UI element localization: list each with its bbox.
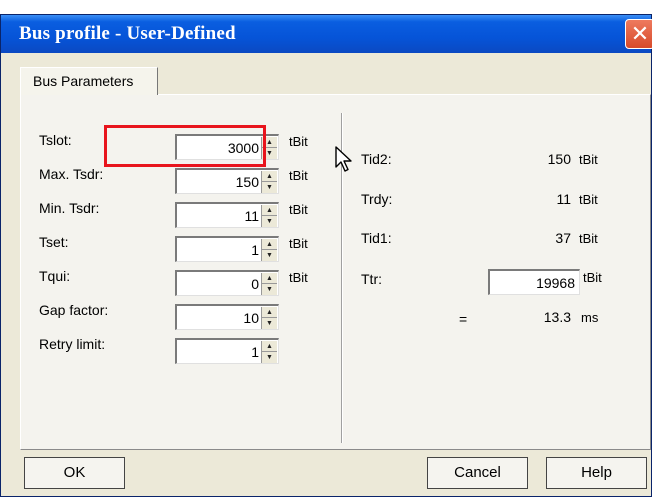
retry-limit-label: Retry limit: xyxy=(39,336,106,352)
tid2-label: Tid2: xyxy=(361,151,392,167)
gap-factor-label: Gap factor: xyxy=(39,302,109,318)
ttr-ms-equals: = xyxy=(459,311,468,327)
tqui-spinner[interactable]: ▲ ▼ xyxy=(261,273,277,295)
min-tsdr-value: 11 xyxy=(244,208,259,224)
tslot-field[interactable]: 3000 ▲ ▼ xyxy=(175,134,279,160)
tqui-value: 0 xyxy=(251,276,259,292)
max-tsdr-spinner[interactable]: ▲ ▼ xyxy=(261,171,277,193)
trdy-unit: tBit xyxy=(579,192,598,207)
ttr-field[interactable]: 19968 xyxy=(488,269,580,295)
spin-up-icon[interactable]: ▲ xyxy=(262,341,277,352)
tqui-field[interactable]: 0 ▲ ▼ xyxy=(175,270,279,296)
ttr-label: Ttr: xyxy=(361,271,382,287)
ttr-value: 19968 xyxy=(536,275,575,291)
gap-factor-spinner[interactable]: ▲ ▼ xyxy=(261,307,277,329)
spin-up-icon[interactable]: ▲ xyxy=(262,239,277,250)
min-tsdr-label: Min. Tsdr: xyxy=(39,200,100,216)
ok-button[interactable]: OK xyxy=(24,457,125,489)
close-icon[interactable]: ✕ xyxy=(625,19,652,49)
tslot-value: 3000 xyxy=(227,140,259,156)
spin-up-icon[interactable]: ▲ xyxy=(262,205,277,216)
spin-up-icon[interactable]: ▲ xyxy=(262,137,277,148)
cancel-button[interactable]: Cancel xyxy=(427,457,528,489)
trdy-label: Trdy: xyxy=(361,191,393,207)
ttr-ms-unit: ms xyxy=(581,310,599,325)
tid2-unit: tBit xyxy=(579,152,598,167)
tid1-value: 37 xyxy=(555,230,571,246)
tslot-label: Tslot: xyxy=(39,132,72,148)
spin-up-icon[interactable]: ▲ xyxy=(262,273,277,284)
ttr-ms-value: 13.3 xyxy=(543,309,571,325)
tab-bus-parameters[interactable]: Bus Parameters xyxy=(20,67,158,95)
spin-up-icon[interactable]: ▲ xyxy=(262,171,277,182)
tid1-unit: tBit xyxy=(579,231,598,246)
spin-down-icon[interactable]: ▼ xyxy=(262,352,277,363)
max-tsdr-value: 150 xyxy=(235,174,259,190)
min-tsdr-spinner[interactable]: ▲ ▼ xyxy=(261,205,277,227)
retry-limit-spinner[interactable]: ▲ ▼ xyxy=(261,341,277,363)
tset-spinner[interactable]: ▲ ▼ xyxy=(261,239,277,261)
bus-parameters-panel: Tslot: 3000 ▲ ▼ tBit Max. Tsdr: 150 ▲ ▼ … xyxy=(20,94,651,450)
tset-field[interactable]: 1 ▲ ▼ xyxy=(175,236,279,262)
max-tsdr-field[interactable]: 150 ▲ ▼ xyxy=(175,168,279,194)
max-tsdr-label: Max. Tsdr: xyxy=(39,166,104,182)
tid1-label: Tid1: xyxy=(361,230,392,246)
tset-value: 1 xyxy=(251,242,259,258)
bus-profile-dialog: Bus profile - User-Defined ✕ Bus Paramet… xyxy=(0,14,652,497)
tab-label: Bus Parameters xyxy=(33,73,134,89)
tid2-value: 150 xyxy=(547,151,571,167)
trdy-value: 11 xyxy=(556,191,571,207)
spin-down-icon[interactable]: ▼ xyxy=(262,250,277,261)
tslot-spinner[interactable]: ▲ ▼ xyxy=(261,137,277,159)
spin-down-icon[interactable]: ▼ xyxy=(262,182,277,193)
tset-label: Tset: xyxy=(39,234,69,250)
spin-down-icon[interactable]: ▼ xyxy=(262,216,277,227)
tqui-label: Tqui: xyxy=(39,268,71,284)
window-title: Bus profile - User-Defined xyxy=(19,23,236,44)
mouse-pointer-icon xyxy=(335,146,352,172)
retry-limit-value: 1 xyxy=(251,344,259,360)
tqui-unit: tBit xyxy=(289,270,308,285)
spin-down-icon[interactable]: ▼ xyxy=(262,148,277,159)
spin-down-icon[interactable]: ▼ xyxy=(262,284,277,295)
gap-factor-value: 10 xyxy=(243,310,259,326)
min-tsdr-field[interactable]: 11 ▲ ▼ xyxy=(175,202,279,228)
tset-unit: tBit xyxy=(289,236,308,251)
tslot-unit: tBit xyxy=(289,134,308,149)
help-button[interactable]: Help xyxy=(546,457,647,489)
ttr-unit: tBit xyxy=(583,270,602,285)
retry-limit-field[interactable]: 1 ▲ ▼ xyxy=(175,338,279,364)
spin-up-icon[interactable]: ▲ xyxy=(262,307,277,318)
max-tsdr-unit: tBit xyxy=(289,168,308,183)
min-tsdr-unit: tBit xyxy=(289,202,308,217)
title-bar[interactable]: Bus profile - User-Defined ✕ xyxy=(1,15,652,53)
spin-down-icon[interactable]: ▼ xyxy=(262,318,277,329)
gap-factor-field[interactable]: 10 ▲ ▼ xyxy=(175,304,279,330)
